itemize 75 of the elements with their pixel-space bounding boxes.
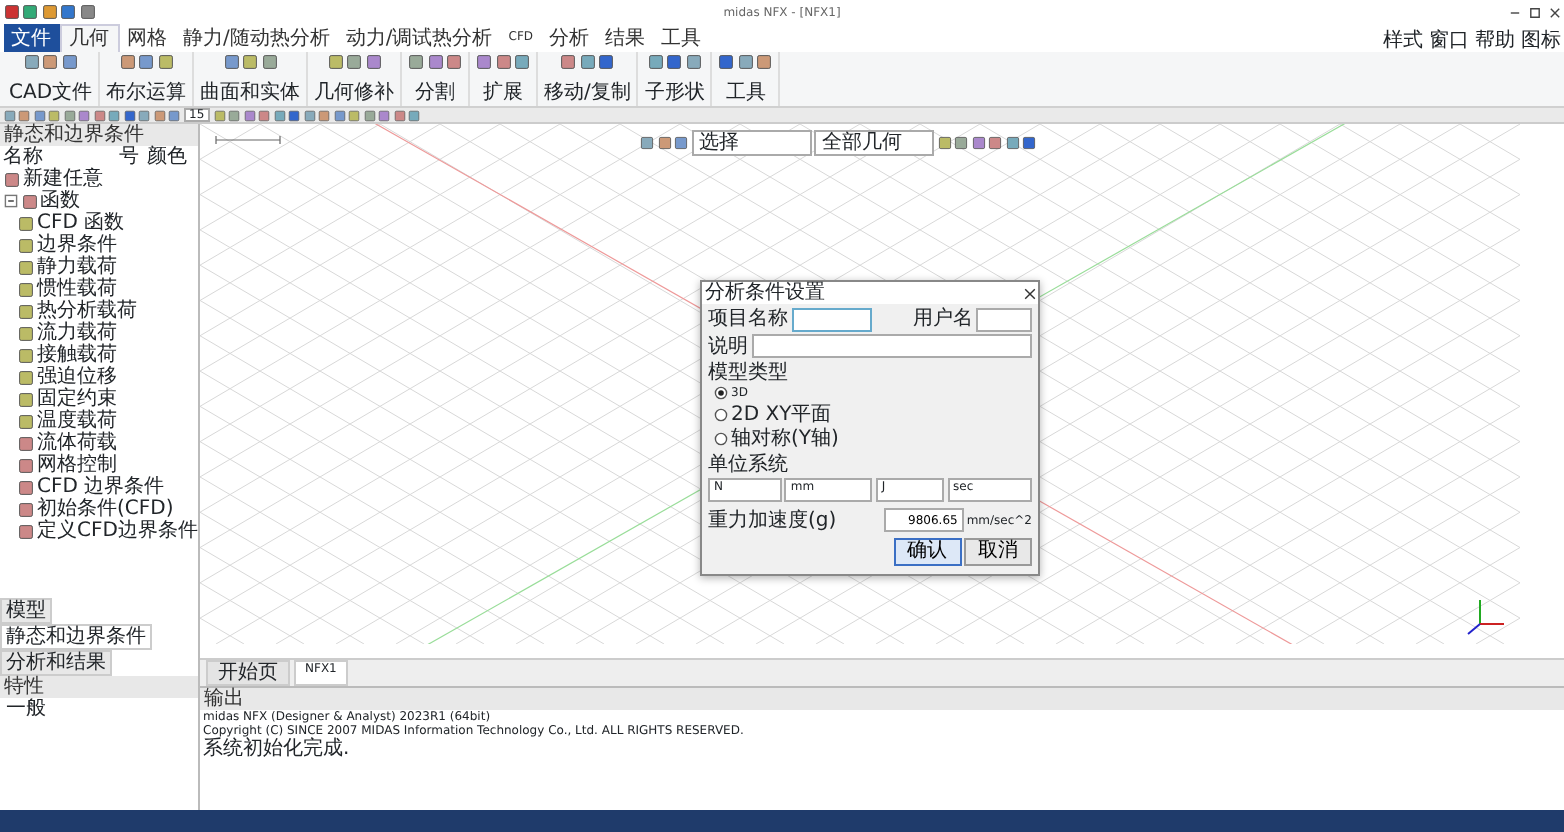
group-label: 移动/复制: [544, 82, 631, 104]
field-label: 重力加速度(g): [708, 509, 837, 532]
panel-tab[interactable]: 分析和结果: [0, 650, 112, 676]
confirm-button[interactable]: 确认: [893, 538, 961, 567]
group-label: 子形状: [644, 82, 705, 104]
menu-item[interactable]: 样式: [1383, 30, 1423, 52]
tree-item[interactable]: 静力载荷: [37, 256, 117, 278]
ribbon-tab[interactable]: 文件: [3, 24, 59, 52]
radio-button[interactable]: [714, 386, 728, 401]
section-title: 模型类型: [708, 361, 790, 383]
field-label: 用户名: [913, 308, 973, 330]
tree-item[interactable]: 流力载荷: [37, 322, 117, 344]
select-field[interactable]: 选择: [691, 130, 811, 156]
field-label: 项目名称: [708, 308, 788, 330]
panel-title: 输出: [200, 688, 1564, 710]
group-label: 分割: [415, 82, 456, 104]
project-name-field[interactable]: [791, 307, 871, 331]
ribbon-tab[interactable]: 静力/随动热分析: [175, 24, 338, 52]
ribbon-tab[interactable]: 结果: [597, 24, 654, 52]
ribbon-tab[interactable]: 工具: [653, 24, 710, 52]
group-label: CAD文件: [9, 82, 93, 104]
maximize-icon[interactable]: [1527, 5, 1541, 19]
select-field[interactable]: 全部几何: [814, 130, 934, 156]
group-label: 扩展: [483, 82, 524, 104]
option-label: 2D XY平面: [731, 403, 832, 426]
column-header: 名称: [3, 146, 43, 168]
group-label: 工具: [725, 82, 766, 104]
menu-item[interactable]: 图标: [1521, 30, 1561, 52]
user-name-field[interactable]: [976, 307, 1032, 331]
tree-item[interactable]: CFD 边界条件: [37, 476, 165, 498]
dialog-title: 分析条件设置: [705, 282, 825, 304]
menu-item[interactable]: 帮助: [1475, 30, 1515, 52]
group-label: 布尔运算: [106, 82, 187, 104]
close-icon[interactable]: [1547, 5, 1561, 19]
tree-item[interactable]: 初始条件(CFD): [37, 498, 174, 520]
tree-item[interactable]: 强迫位移: [37, 366, 117, 388]
tree-item[interactable]: 网格控制: [37, 454, 117, 476]
tree-item[interactable]: 热分析载荷: [37, 300, 137, 322]
close-icon[interactable]: [1023, 287, 1035, 299]
ribbon-tab[interactable]: 网格: [119, 24, 175, 52]
ruler-drawing: [215, 135, 281, 145]
radio-button[interactable]: [714, 407, 728, 422]
tree-item[interactable]: 函数: [40, 190, 80, 212]
axis-triad-icon: [1467, 599, 1505, 635]
ribbon-tab[interactable]: 几何: [59, 24, 119, 52]
tree-item[interactable]: 惯性载荷: [37, 278, 117, 300]
panel-tab[interactable]: 模型: [0, 598, 52, 624]
column-header: 颜色: [147, 146, 189, 168]
tree-item[interactable]: 定义CFD边界条件: [37, 520, 198, 542]
radio-button[interactable]: [714, 432, 728, 447]
section-title: 单位系统: [708, 453, 790, 476]
tree-item[interactable]: 新建任意: [23, 168, 103, 190]
document-tab[interactable]: 开始页: [206, 660, 290, 686]
panel-tab[interactable]: 静态和边界条件: [0, 624, 152, 650]
group-label: 几何修补: [314, 82, 395, 104]
ribbon-tab[interactable]: 动力/调试热分析: [337, 24, 501, 52]
tree-item[interactable]: 固定约束: [37, 388, 117, 410]
output-line: 系统初始化完成.: [201, 738, 352, 761]
panel-title: 静态和边界条件: [0, 124, 198, 146]
tree-item[interactable]: CFD 函数: [37, 212, 125, 234]
minus-icon[interactable]: [4, 194, 18, 208]
cancel-button[interactable]: 取消: [964, 538, 1032, 567]
option-label: 轴对称(Y轴): [731, 428, 839, 451]
group-label: 曲面和实体: [200, 82, 301, 104]
ribbon-tab[interactable]: 分析: [541, 24, 598, 52]
description-field[interactable]: [751, 334, 1032, 358]
column-header: 号: [119, 146, 141, 168]
property-group: 一般: [0, 698, 198, 720]
panel-title: 特性: [0, 676, 198, 698]
tree-item[interactable]: 温度载荷: [37, 410, 117, 432]
menu-item[interactable]: 窗口: [1429, 30, 1469, 52]
tree-item[interactable]: 接触载荷: [37, 344, 117, 366]
tree-item[interactable]: 流体荷载: [37, 432, 117, 454]
tree-item[interactable]: 边界条件: [37, 234, 117, 256]
field-label: 说明: [708, 335, 748, 357]
